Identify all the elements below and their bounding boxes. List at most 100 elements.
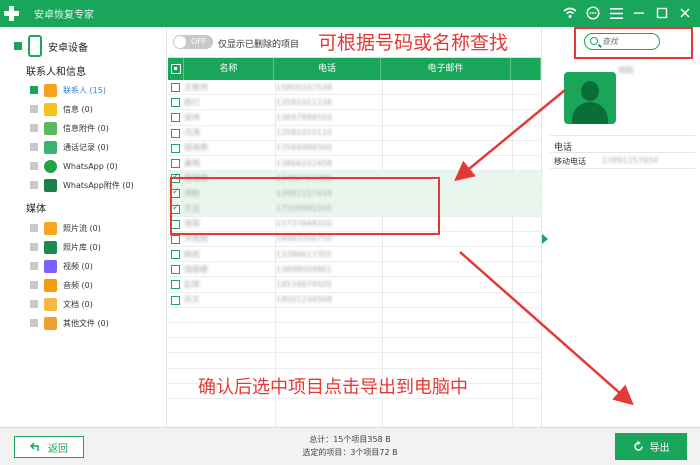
empty-row xyxy=(168,323,541,339)
search-input[interactable] xyxy=(602,35,656,48)
totals-info: 总计：15个项目358 B 选定的项目：3个项目72 B xyxy=(250,433,450,459)
row-checkbox[interactable] xyxy=(171,143,180,153)
row-checkbox[interactable] xyxy=(171,158,180,168)
row-phone: 13569988500 xyxy=(276,143,332,153)
deleted-only-toggle[interactable]: OFF xyxy=(173,35,213,49)
table-row[interactable]: 杨行 13581011236 xyxy=(168,95,541,111)
sidebar-item-other-files[interactable]: 其他文件 (0) xyxy=(30,316,109,330)
sidebar-item-label: 其他文件 (0) xyxy=(63,318,109,328)
row-name: 韩尚 xyxy=(184,249,200,259)
menu-icon[interactable] xyxy=(607,4,625,22)
table-row[interactable]: 彭辉 18534879505 xyxy=(168,277,541,293)
messages-checkbox[interactable] xyxy=(30,105,38,113)
row-phone: 13866102458 xyxy=(276,158,332,168)
panel-expand-icon[interactable] xyxy=(542,234,548,244)
row-name: 彭辉 xyxy=(184,280,200,290)
main-panel: OFF 仅显示已删除的项目 可根据号码或名称查找 名称 电话 电子邮件 王默然 1… xyxy=(168,27,541,427)
bottom-bar: 返回 总计：15个项目358 B 选定的项目：3个项目72 B 导出 xyxy=(0,427,700,465)
row-name: 冯涛 xyxy=(184,128,200,138)
audio-checkbox[interactable] xyxy=(30,281,38,289)
export-button[interactable]: 导出 xyxy=(615,433,687,460)
whatsapp-attachment-icon xyxy=(44,178,57,192)
row-name: 杨行 xyxy=(184,97,200,107)
sidebar-item-photo-stream[interactable]: 照片流 (0) xyxy=(30,221,101,235)
sidebar-item-video[interactable]: 视频 (0) xyxy=(30,259,93,273)
sidebar-item-whatsapp-attachments[interactable]: WhatsApp附件 (0) xyxy=(30,178,134,192)
table-row[interactable]: 钱丽娜 13898009861 xyxy=(168,262,541,278)
table-row[interactable]: 胡海燕 13569988500 xyxy=(168,141,541,156)
whatsapp-attachments-checkbox[interactable] xyxy=(30,181,38,189)
row-phone: 13898009861 xyxy=(276,264,332,274)
row-checkbox[interactable] xyxy=(171,280,180,290)
sidebar-item-messages[interactable]: 信息 (0) xyxy=(30,102,93,116)
selected-text: 选定的项目：3个项目72 B xyxy=(302,448,398,457)
call-log-icon xyxy=(44,140,57,154)
row-checkbox[interactable] xyxy=(171,250,180,260)
table-row[interactable]: 孙文 18501234508 xyxy=(168,293,541,308)
row-checkbox[interactable] xyxy=(171,83,180,92)
back-button[interactable]: 返回 xyxy=(14,436,84,458)
search-icon xyxy=(590,37,598,45)
sidebar-item-label: WhatsApp附件 (0) xyxy=(63,180,134,190)
total-text: 总计：15个项目358 B xyxy=(309,435,391,444)
table-row[interactable]: 冯涛 13581010110 xyxy=(168,126,541,141)
row-phone: 18983356750 xyxy=(276,234,332,244)
video-checkbox[interactable] xyxy=(30,262,38,270)
documents-checkbox[interactable] xyxy=(30,300,38,308)
whatsapp-checkbox[interactable] xyxy=(30,162,38,170)
row-checkbox[interactable] xyxy=(171,265,180,275)
device-item[interactable]: 安卓设备 xyxy=(14,35,88,57)
column-email[interactable]: 电子邮件 xyxy=(381,58,511,80)
contacts-checkbox[interactable] xyxy=(30,86,38,94)
sidebar-item-label: 照片库 (0) xyxy=(63,242,101,252)
row-name: 吴炜 xyxy=(184,112,200,122)
sidebar-item-whatsapp[interactable]: WhatsApp (0) xyxy=(30,159,118,173)
column-name[interactable]: 名称 xyxy=(184,58,274,80)
messages-icon xyxy=(44,102,57,116)
contacts-icon xyxy=(44,83,57,97)
detail-panel: 郑盼 电话 移动电话 13991157934 xyxy=(541,27,700,427)
row-checkbox[interactable] xyxy=(171,128,180,138)
minimize-icon[interactable] xyxy=(630,4,648,22)
sidebar-item-photo-library[interactable]: 照片库 (0) xyxy=(30,240,101,254)
app-title: 安卓恢复专家 xyxy=(34,10,94,21)
photo-stream-checkbox[interactable] xyxy=(30,224,38,232)
toggle-state: OFF xyxy=(191,37,207,46)
photo-library-checkbox[interactable] xyxy=(30,243,38,251)
avatar-body xyxy=(572,102,608,124)
sidebar-item-label: 联系人 (15) xyxy=(63,85,106,95)
sidebar: 安卓设备 联系人和信息 联系人 (15) 信息 (0) 信息附件 (0) 通话记… xyxy=(0,27,167,427)
close-icon[interactable] xyxy=(676,4,694,22)
sidebar-item-contacts[interactable]: 联系人 (15) xyxy=(30,83,106,97)
sidebar-item-message-attachments[interactable]: 信息附件 (0) xyxy=(30,121,109,135)
row-checkbox[interactable] xyxy=(171,295,180,305)
row-checkbox[interactable] xyxy=(171,113,180,123)
back-icon xyxy=(30,442,39,451)
sidebar-item-call-log[interactable]: 通话记录 (0) xyxy=(30,140,109,154)
sidebar-item-audio[interactable]: 音频 (0) xyxy=(30,278,93,292)
row-checkbox[interactable] xyxy=(171,234,180,244)
row-checkbox[interactable] xyxy=(171,98,180,108)
table-row[interactable]: 王默然 15800107538 xyxy=(168,80,541,96)
empty-row xyxy=(168,308,541,323)
table-row[interactable]: 韩尚 13386617355 xyxy=(168,247,541,263)
table-row[interactable]: 吴炜 13697898550 xyxy=(168,110,541,126)
search-box[interactable] xyxy=(584,33,660,50)
device-checkbox[interactable] xyxy=(14,42,22,50)
sidebar-item-documents[interactable]: 文档 (0) xyxy=(30,297,93,311)
select-all-checkbox[interactable] xyxy=(171,64,181,74)
whatsapp-icon xyxy=(44,159,57,173)
feedback-icon[interactable] xyxy=(584,4,602,22)
call-log-checkbox[interactable] xyxy=(30,143,38,151)
maximize-icon[interactable] xyxy=(653,4,671,22)
photo-stream-icon xyxy=(44,221,57,235)
wifi-icon[interactable] xyxy=(561,4,579,22)
contact-name: 郑盼 xyxy=(618,66,634,75)
other-files-checkbox[interactable] xyxy=(30,319,38,327)
table-row[interactable]: 黄明 13866102458 xyxy=(168,156,541,172)
row-name: 钱丽娜 xyxy=(184,264,208,274)
column-phone[interactable]: 电话 xyxy=(274,58,381,80)
empty-row xyxy=(168,353,541,369)
message-attachments-checkbox[interactable] xyxy=(30,124,38,132)
toggle-knob xyxy=(174,36,186,48)
